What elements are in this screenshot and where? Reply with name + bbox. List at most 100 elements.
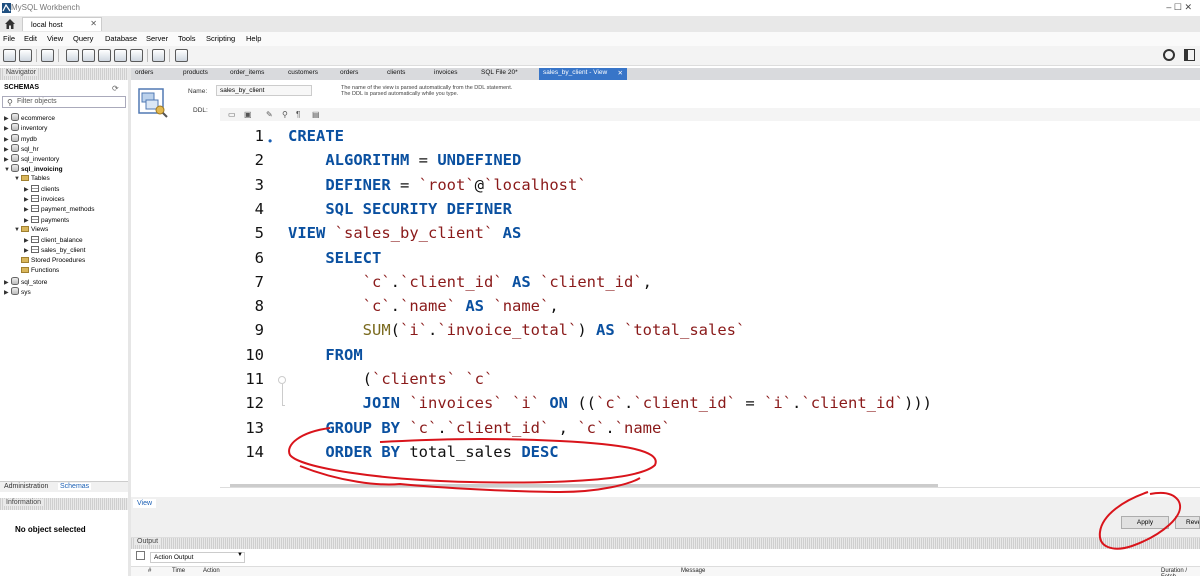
create-table-icon[interactable] [82,49,95,62]
settings-icon[interactable] [1163,49,1175,61]
tree-item-sql-invoicing[interactable]: ▼ sql_invoicing [4,164,63,174]
expand-down-icon[interactable]: ▼ [14,176,21,182]
new-sql-tab-icon[interactable] [3,49,16,62]
apply-button[interactable]: Apply [1121,516,1169,529]
expand-right-icon[interactable]: ▶ [24,237,31,244]
name-label: Name: [188,88,208,95]
toggle-sidebar-icon[interactable] [1184,49,1195,61]
column-time[interactable]: Time [172,568,185,574]
tree-item-sales-by-client[interactable]: ▶ sales_by_client [24,246,85,256]
search-table-data-icon[interactable] [152,49,165,62]
tab-sql-file-20[interactable]: SQL File 20* [481,69,518,76]
tree-item-views[interactable]: ▼ Views [14,225,48,236]
tree-item-stored-procedures[interactable]: Stored Procedures [14,256,85,267]
tab-sales-by-client-view[interactable]: sales_by_client - View ✕ [539,68,627,80]
create-view-icon[interactable] [98,49,111,62]
open-folder-icon[interactable]: ▭ [228,110,236,119]
tree-item-inventory[interactable]: ▶ inventory [4,123,47,133]
save-icon[interactable]: ▣ [244,110,252,119]
expand-right-icon[interactable]: ▶ [24,196,31,203]
tab-clients[interactable]: clients [387,69,405,76]
tree-item-clients[interactable]: ▶ clients [24,184,59,195]
tree-item-mydb[interactable]: ▶ mydb [4,133,37,144]
tab-orders[interactable]: orders [135,69,153,76]
expand-down-icon[interactable]: ▼ [4,167,11,173]
tree-item-tables[interactable]: ▼ Tables [14,174,50,185]
close-icon[interactable]: ✕ [90,19,97,28]
home-icon[interactable] [4,18,16,30]
expand-down-icon[interactable]: ▼ [14,227,21,233]
tab-products[interactable]: products [183,69,208,76]
expand-right-icon[interactable]: ▶ [4,115,11,122]
line-number: 6 [254,248,264,267]
snippet-icon[interactable]: ▤ [312,110,320,119]
menu-server[interactable]: Server [146,34,168,43]
refresh-icon[interactable]: ⟳ [112,84,119,93]
tab-view[interactable]: View [133,499,157,508]
tree-item-payment-methods[interactable]: ▶ payment_methods [24,205,94,215]
expand-right-icon[interactable]: ▶ [24,247,31,254]
tree-item-functions[interactable]: Functions [14,266,59,277]
view-name-input[interactable]: sales_by_client [216,85,312,96]
expand-right-icon[interactable]: ▶ [24,206,31,213]
tree-item-payments[interactable]: ▶ payments [24,215,69,226]
expand-right-icon[interactable]: ▶ [4,146,11,153]
search-icon[interactable]: ⚲ [282,110,288,119]
column-message[interactable]: Message [681,568,705,574]
connection-tab[interactable]: local host ✕ [22,17,102,31]
menu-view[interactable]: View [47,34,63,43]
tree-item-label: inventory [21,125,48,133]
tree-item-sys[interactable]: ▶ sys [4,287,31,297]
expand-right-icon[interactable]: ▶ [24,186,31,193]
tree-item-client-balance[interactable]: ▶ client_balance [24,236,83,246]
chevron-down-icon[interactable]: ▼ [237,552,243,558]
reconnect-icon[interactable] [175,49,188,62]
inspect-object-icon[interactable] [41,49,54,62]
revert-button[interactable]: Revert [1175,516,1200,529]
menu-query[interactable]: Query [73,34,93,43]
tree-item-sql-hr[interactable]: ▶ sql_hr [4,143,39,154]
code-line: `c`.`name` AS `name`, [362,297,559,316]
tab-customers[interactable]: customers [288,69,318,76]
active-tab-label: sales_by_client - View [543,69,608,76]
menu-scripting[interactable]: Scripting [206,34,235,43]
output-toolbar [131,550,1200,564]
open-sql-file-icon[interactable] [19,49,32,62]
beautify-icon[interactable]: ✎ [266,110,273,119]
menu-database[interactable]: Database [105,34,137,43]
create-procedure-icon[interactable] [114,49,127,62]
column-number[interactable]: # [148,568,151,574]
output-type-select[interactable]: Action Output [150,552,245,563]
tree-item-sql-inventory[interactable]: ▶ sql_inventory [4,154,59,164]
expand-right-icon[interactable]: ▶ [4,156,11,163]
tree-item-invoices[interactable]: ▶ invoices [24,195,64,205]
tab-schemas[interactable]: Schemas [58,483,92,490]
expand-right-icon[interactable]: ▶ [4,289,11,296]
tree-item-ecommerce[interactable]: ▶ ecommerce [4,113,55,123]
tree-item-sql-store[interactable]: ▶ sql_store [4,277,47,287]
tab-orders-2[interactable]: orders [340,69,358,76]
database-icon [11,164,19,173]
expand-right-icon[interactable]: ▶ [4,136,11,143]
tab-administration[interactable]: Administration [4,483,48,490]
menu-tools[interactable]: Tools [178,34,196,43]
create-function-icon[interactable] [130,49,143,62]
tab-invoices[interactable]: invoices [434,69,457,76]
main-toolbar [0,46,1200,66]
menu-edit[interactable]: Edit [24,34,37,43]
column-duration[interactable]: Duration / Fetch [1161,568,1200,576]
tab-order-items[interactable]: order_items [230,69,264,76]
fold-toggle-icon[interactable] [278,376,286,384]
column-action[interactable]: Action [203,568,220,574]
expand-right-icon[interactable]: ▶ [24,217,31,224]
menu-file[interactable]: File [3,34,15,43]
window-controls[interactable]: – ☐ ✕ [1166,2,1192,13]
word-wrap-icon[interactable]: ¶ [296,110,300,119]
filter-objects-input[interactable]: ⚲ Filter objects [2,96,126,108]
close-icon[interactable]: ✕ [618,69,623,77]
create-schema-icon[interactable] [66,49,79,62]
menu-help[interactable]: Help [246,34,261,43]
expand-right-icon[interactable]: ▶ [4,279,11,286]
expand-right-icon[interactable]: ▶ [4,125,11,132]
database-icon [11,143,19,152]
